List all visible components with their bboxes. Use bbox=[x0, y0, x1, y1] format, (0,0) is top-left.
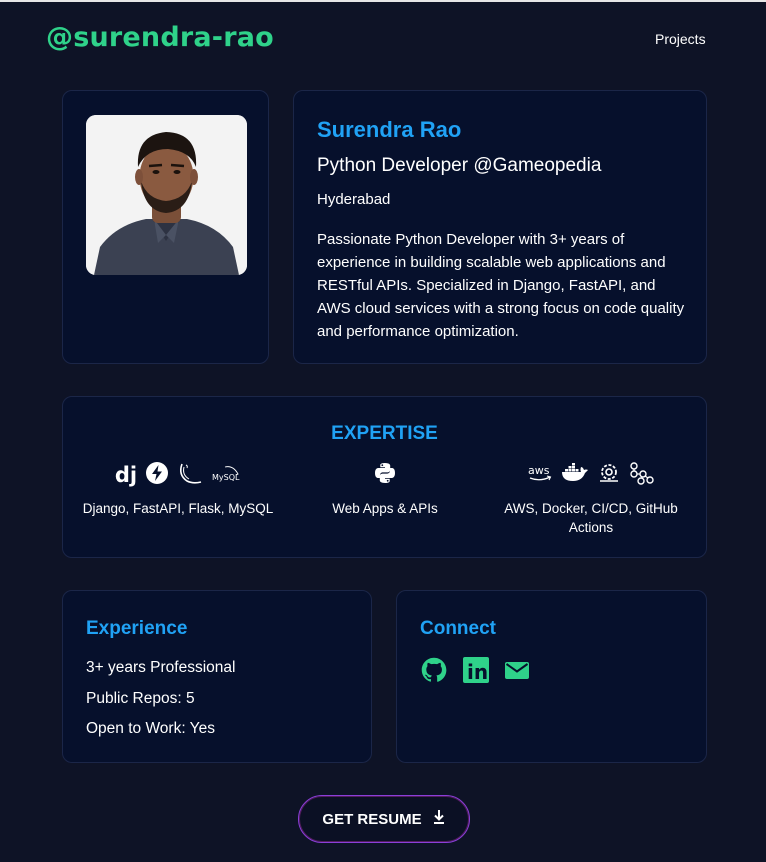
profile-bio-card: Surendra Rao Python Developer @Gameopedi… bbox=[293, 90, 707, 364]
docker-icon bbox=[561, 462, 589, 489]
experience-years: 3+ years Professional bbox=[86, 659, 236, 676]
expertise-label-webapps: Web Apps & APIs bbox=[332, 501, 438, 516]
expertise-title: EXPERTISE bbox=[331, 423, 438, 444]
profile-photo-illustration bbox=[86, 115, 247, 275]
profile-photo bbox=[86, 115, 247, 275]
aws-icon: aws bbox=[527, 462, 553, 489]
social-links: in bbox=[420, 656, 530, 689]
flask-icon bbox=[177, 461, 203, 490]
connect-title: Connect bbox=[420, 618, 496, 639]
cicd-icon bbox=[597, 461, 621, 490]
get-resume-label: GET RESUME bbox=[322, 810, 422, 828]
experience-card: Experience 3+ years Professional Public … bbox=[62, 590, 372, 763]
python-icon bbox=[374, 462, 396, 489]
open-to-work-status: Open to Work: Yes bbox=[86, 720, 215, 737]
get-resume-button[interactable]: GET RESUME bbox=[298, 795, 470, 843]
github-actions-icon bbox=[629, 461, 655, 490]
top-border bbox=[0, 0, 766, 2]
svg-text:in: in bbox=[467, 660, 488, 684]
experience-title: Experience bbox=[86, 618, 188, 639]
download-icon bbox=[432, 809, 446, 829]
mail-icon[interactable] bbox=[504, 659, 530, 686]
profile-name: Surendra Rao bbox=[317, 117, 462, 142]
linkedin-icon[interactable]: in bbox=[462, 656, 490, 689]
expertise-group-webapps: Web Apps & APIs bbox=[285, 461, 485, 518]
github-icon[interactable] bbox=[420, 656, 448, 689]
expertise-label-backend: Django, FastAPI, Flask, MySQL bbox=[82, 501, 274, 516]
nav-projects-link[interactable]: Projects bbox=[655, 31, 706, 47]
svg-text:MySQL: MySQL bbox=[212, 473, 240, 482]
django-icon: dj bbox=[114, 463, 138, 487]
fastapi-icon bbox=[145, 461, 169, 490]
profile-bio: Passionate Python Developer with 3+ year… bbox=[317, 231, 685, 340]
profile-location: Hyderabad bbox=[317, 191, 391, 208]
connect-card: Connect in bbox=[396, 590, 707, 763]
profile-role: Python Developer @Gameopedia bbox=[317, 155, 602, 176]
profile-photo-card bbox=[62, 90, 269, 364]
expertise-label-devops: AWS, Docker, CI/CD, GitHub Actions bbox=[504, 501, 678, 535]
mysql-icon: MySQL bbox=[211, 461, 241, 490]
expertise-group-devops: aws AWS, Docker, CI/CD, GitHub Actions bbox=[491, 461, 691, 537]
svg-text:aws: aws bbox=[528, 464, 550, 477]
expertise-group-backend: dj MySQL Django, FastAPI, Flask, MySQL bbox=[78, 461, 278, 518]
brand-logo[interactable]: @surendra-rao bbox=[46, 22, 274, 53]
expertise-card: EXPERTISE dj MySQL Django, FastAPI, Flas… bbox=[62, 396, 707, 558]
public-repos-count: Public Repos: 5 bbox=[86, 690, 195, 707]
